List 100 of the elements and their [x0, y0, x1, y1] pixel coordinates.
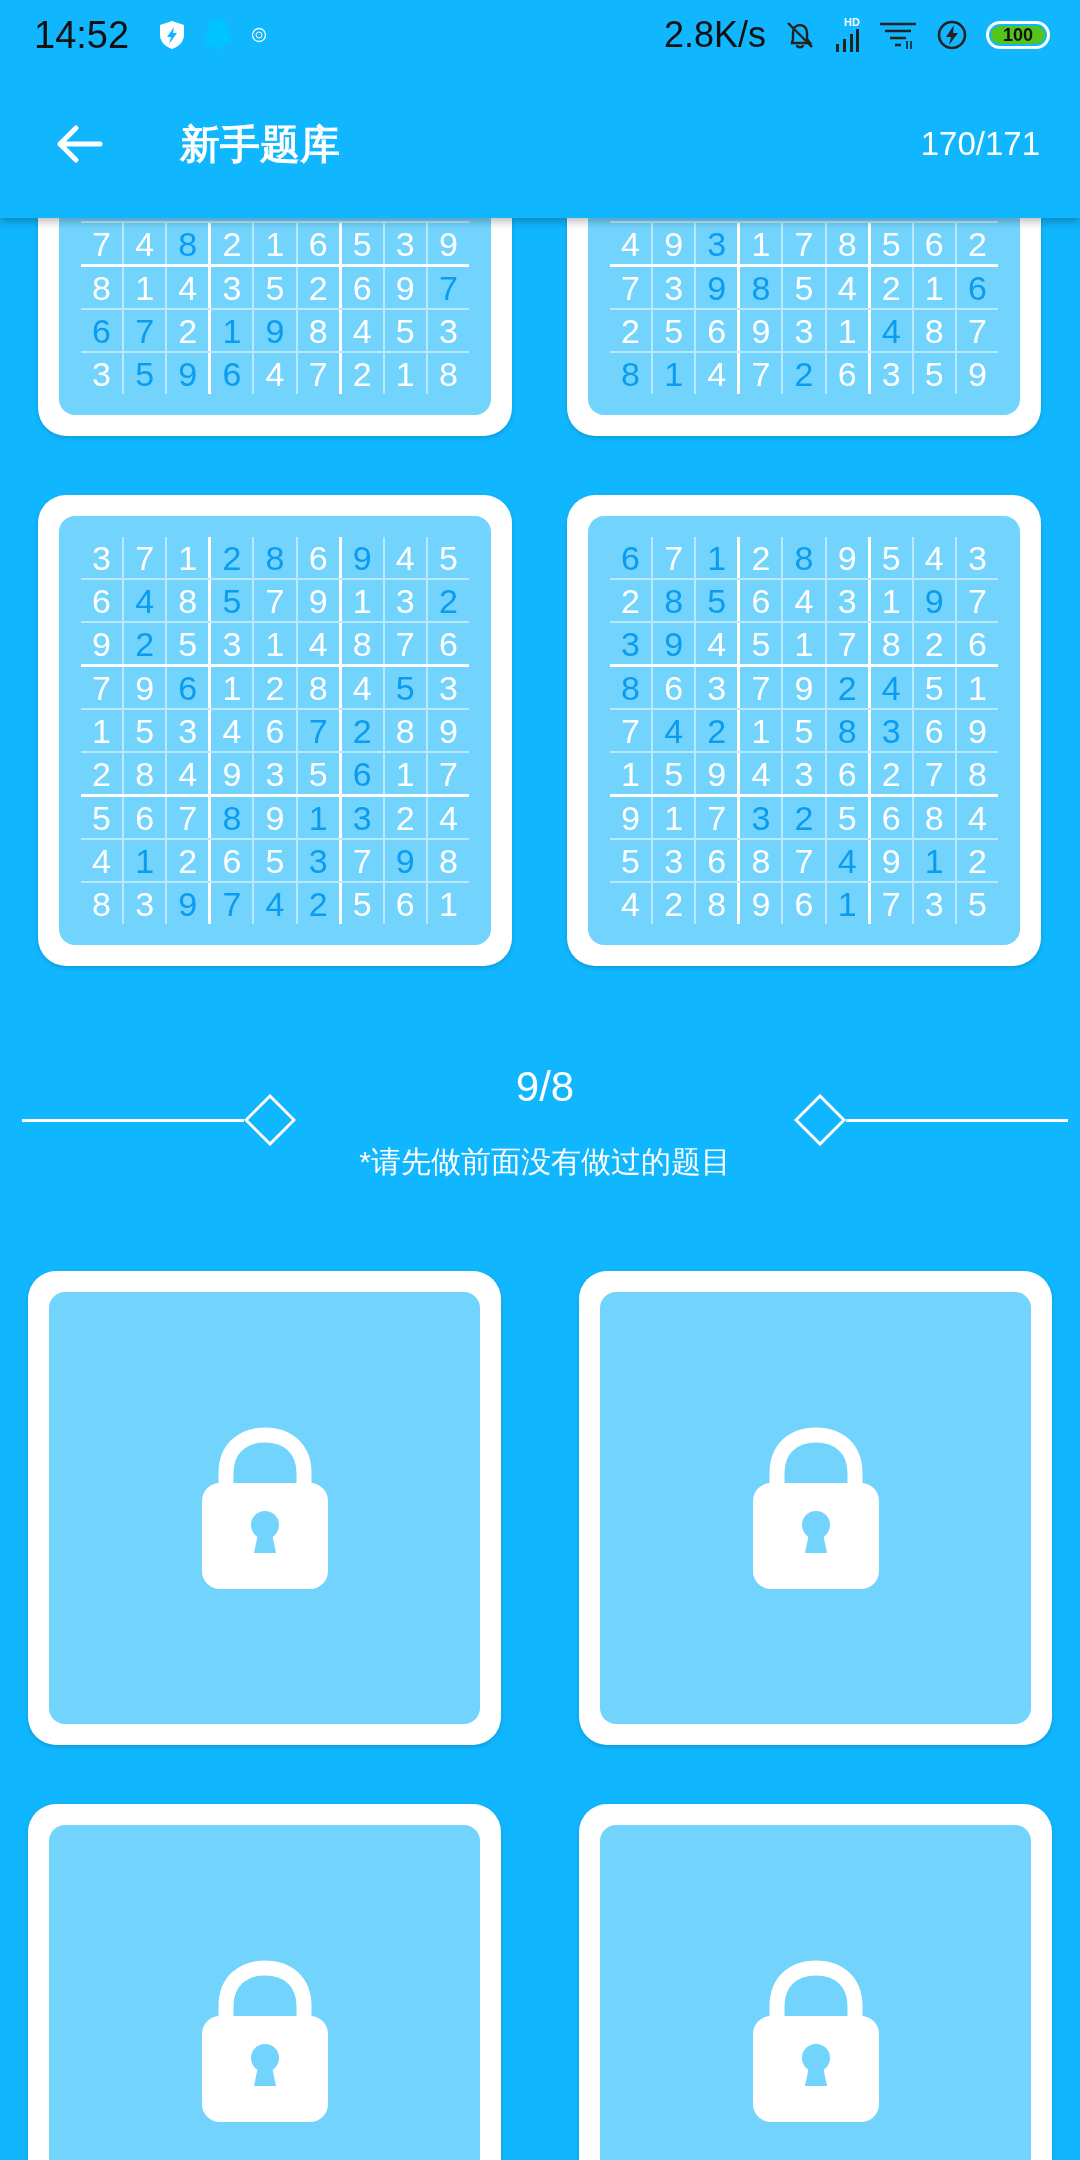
sudoku-digit: 1: [384, 353, 428, 394]
sudoku-digit: 5: [211, 580, 255, 621]
sudoku-digit: 8: [81, 267, 125, 308]
puzzle-card[interactable]: 7 4 8 2 1 6 5 3 9 8 1 4 3 5 2 6 9 7 6 7 2 1 9 8 4 5 3 3 5 9 6 4 7 2 1 8: [38, 218, 512, 436]
sudoku-digit: 8: [167, 223, 212, 264]
sudoku-digit: 2: [384, 797, 428, 838]
sudoku-digit: 8: [740, 840, 784, 881]
sudoku-digit: 1: [254, 623, 298, 664]
sudoku-digit: 2: [211, 223, 255, 264]
locked-puzzle-card[interactable]: [28, 1271, 501, 1745]
sudoku-digit: 7: [610, 267, 654, 308]
sudoku-digit: 4: [211, 710, 255, 751]
sudoku-digit: 4: [384, 537, 428, 578]
sudoku-digit: 7: [254, 580, 298, 621]
sudoku-digit: 3: [653, 840, 697, 881]
progress-count: 170/171: [920, 125, 1040, 163]
sudoku-digit: 4: [826, 267, 871, 308]
sudoku-digit: 7: [124, 537, 168, 578]
puzzle-card[interactable]: 6 7 1 2 8 9 5 4 3 2 8 5 6 4 3 1 9 7 3 9 4 5 1 7 8 2 6 8 6 3 7 9 2 4 5 1 7 4 2 1 5 8 3 6 9 1 5 9 4 3 6 2 7 8 9 1 7 3 2 5 6 8 4 5 3 6 8 7 4 9 1 2 4 2 8 9 6 1 7 3 5: [567, 495, 1041, 966]
sudoku-digit: 4: [966, 798, 988, 838]
sudoku-digit: 7: [124, 310, 168, 351]
sudoku-digit: 8: [254, 537, 298, 578]
sudoku-digit: 9: [913, 580, 957, 621]
sudoku-digit: 5: [437, 538, 459, 578]
locked-puzzle-card[interactable]: [28, 1804, 501, 2160]
sudoku-digit: 9: [384, 840, 428, 881]
sudoku-digit: 2: [341, 353, 385, 394]
sudoku-digit: 7: [740, 353, 784, 394]
sudoku-digit: 8: [437, 354, 459, 394]
sudoku-digit: 8: [826, 710, 871, 751]
sudoku-digit: 4: [341, 667, 385, 708]
sudoku-digit: 4: [254, 883, 298, 924]
sudoku-digit: 6: [254, 710, 298, 751]
sudoku-digit: 6: [913, 710, 957, 751]
sudoku-digit: 3: [870, 710, 914, 751]
sudoku-digit: 5: [384, 667, 428, 708]
sudoku-digit: 5: [653, 753, 697, 794]
sudoku-digit: 4: [783, 580, 827, 621]
sudoku-digit: 1: [696, 537, 741, 578]
sudoku-digit: 5: [913, 667, 957, 708]
sudoku-digit: 3: [696, 223, 741, 264]
sudoku-digit: 2: [81, 753, 125, 794]
sudoku-digit: 4: [437, 798, 459, 838]
sudoku-digit: 1: [783, 623, 827, 664]
sudoku-digit: 8: [653, 580, 697, 621]
sudoku-digit: 5: [740, 623, 784, 664]
sudoku-digit: 8: [610, 667, 654, 708]
sudoku-digit: 8: [167, 580, 212, 621]
sudoku-digit: 3: [740, 797, 784, 838]
sudoku-digit: 2: [966, 841, 988, 881]
sudoku-digit: 3: [81, 353, 125, 394]
sudoku-digit: 5: [124, 353, 168, 394]
sudoku-digit: 6: [437, 624, 459, 664]
sudoku-digit: 2: [610, 580, 654, 621]
sudoku-digit: 9: [81, 623, 125, 664]
sudoku-digit: 5: [696, 580, 741, 621]
sudoku-digit: 9: [966, 711, 988, 751]
sudoku-digit: 5: [783, 710, 827, 751]
sudoku-digit: 9: [696, 753, 741, 794]
sudoku-digit: 5: [254, 267, 298, 308]
sudoku-digit: 8: [913, 310, 957, 351]
sync-icon: [251, 27, 268, 43]
sudoku-digit: 3: [870, 353, 914, 394]
sudoku-digit: 1: [254, 223, 298, 264]
sudoku-digit: 1: [826, 310, 871, 351]
sudoku-digit: 5: [167, 623, 212, 664]
sudoku-digit: 6: [696, 310, 741, 351]
sudoku-digit: 4: [870, 310, 914, 351]
puzzle-card[interactable]: 4 9 3 1 7 8 5 6 2 7 3 9 8 5 4 2 1 6 2 5 6 9 3 1 4 8 7 8 1 4 7 2 6 3 5 9: [567, 218, 1041, 436]
sudoku-digit: 1: [384, 753, 428, 794]
sudoku-digit: 8: [297, 667, 342, 708]
sudoku-digit: 4: [610, 223, 654, 264]
sudoku-digit: 3: [437, 311, 459, 351]
sudoku-digit: 8: [966, 754, 988, 794]
sudoku-digit: 4: [341, 310, 385, 351]
sudoku-digit: 1: [124, 267, 168, 308]
sudoku-digit: 1: [341, 580, 385, 621]
sudoku-digit: 3: [81, 537, 125, 578]
sudoku-digit: 7: [966, 581, 988, 621]
sudoku-digit: 9: [653, 623, 697, 664]
sudoku-digit: 5: [783, 267, 827, 308]
sudoku-digit: 2: [124, 623, 168, 664]
sudoku-digit: 6: [341, 267, 385, 308]
sudoku-digit: 9: [740, 883, 784, 924]
sudoku-digit: 4: [826, 840, 871, 881]
puzzle-card[interactable]: 3 7 1 2 8 6 9 4 5 6 4 8 5 7 9 1 3 2 9 2 5 3 1 4 8 7 6 7 9 6 1 2 8 4 5 3 1 5 3 4 6 7 2 8 9 2 8 4 9 3 5 6 1 7 5 6 7 8 9 1 3 2 4 4 1 2 6 5 3 7 9 8 8 3 9 7 4 2 5 6 1: [38, 495, 512, 966]
sudoku-digit: 3: [341, 797, 385, 838]
sudoku-digit: 3: [437, 668, 459, 708]
shield-icon: [159, 20, 186, 50]
sudoku-digit: 7: [81, 667, 125, 708]
sudoku-digit: 1: [211, 310, 255, 351]
sudoku-digit: 6: [913, 223, 957, 264]
sudoku-digit: 8: [610, 353, 654, 394]
sudoku-digit: 9: [297, 580, 342, 621]
sudoku-digit: 7: [966, 311, 988, 351]
sudoku-digit: 9: [254, 310, 298, 351]
sudoku-digit: 5: [384, 310, 428, 351]
locked-puzzle-card[interactable]: [579, 1804, 1052, 2160]
sudoku-digit: 7: [384, 623, 428, 664]
locked-puzzle-card[interactable]: [579, 1271, 1052, 1745]
